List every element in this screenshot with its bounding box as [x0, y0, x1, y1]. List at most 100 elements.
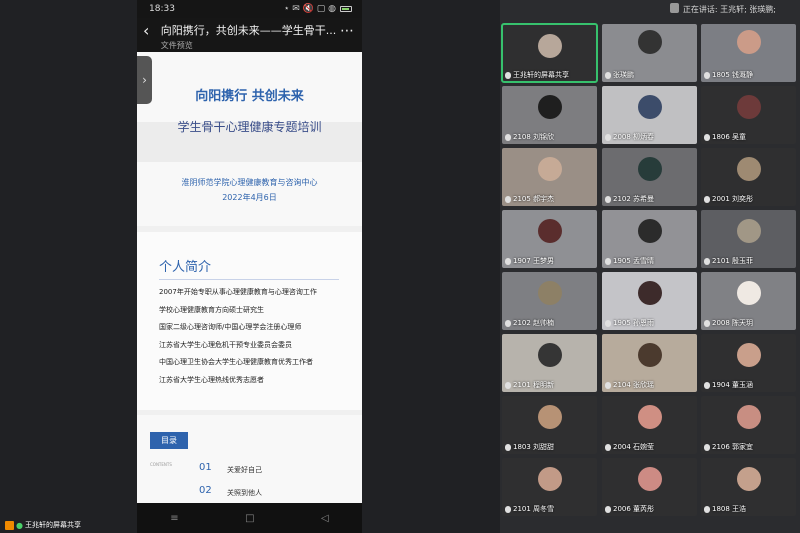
avatar [538, 34, 562, 58]
mic-icon [704, 133, 710, 141]
participant-name: 1904 董玉涵 [704, 380, 753, 390]
document-preview[interactable]: 向阳携行 共创未来 学生骨干心理健康专题培训 淮阴师范学院心理健康教育与咨询中心… [137, 52, 362, 503]
participant-name: 2101 程明新 [505, 380, 554, 390]
participant-tile[interactable]: 1905 孙恩雨 [602, 272, 697, 330]
mic-icon [605, 505, 611, 513]
avatar [638, 30, 662, 54]
participant-name: 张瑛鹏 [605, 70, 634, 80]
mic-icon [704, 319, 710, 327]
participant-name: 2008 柳炳春 [605, 132, 654, 142]
profile-item: 国家二级心理咨询师/中国心理学会注册心理师 [159, 323, 302, 331]
mic-icon [704, 257, 710, 265]
participant-tile[interactable]: 1907 王梦男 [502, 210, 597, 268]
participant-tile[interactable]: 1803 刘甜甜 [502, 396, 597, 454]
participant-tile[interactable]: 1904 董玉涵 [701, 334, 796, 392]
mic-icon [605, 381, 611, 389]
avatar [737, 30, 761, 54]
avatar [737, 343, 761, 367]
participant-tile[interactable]: 2105 郝宇杰 [502, 148, 597, 206]
avatar [638, 219, 662, 243]
participant-label: 2001 刘奕彤 [712, 195, 754, 203]
participant-tile[interactable]: 2101 程明新 [502, 334, 597, 392]
avatar [538, 343, 562, 367]
avatar [737, 157, 761, 181]
participant-name: 1805 钱溉静 [704, 70, 753, 80]
mic-icon [505, 71, 511, 79]
participant-tile[interactable]: 1805 钱溉静 [701, 24, 796, 82]
participant-tile[interactable]: 2102 苏希曼 [602, 148, 697, 206]
participant-tile[interactable]: 2001 刘奕彤 [701, 148, 796, 206]
participant-tile[interactable]: 王兆轩的屏幕共享 [501, 23, 598, 83]
avatar [538, 157, 562, 181]
participant-name: 1907 王梦男 [505, 256, 554, 266]
participant-name: 2008 陈天玥 [704, 318, 753, 328]
participant-name: 1905 孙恩雨 [605, 318, 654, 328]
participant-label: 2104 张欣瑶 [613, 381, 655, 389]
meeting-window: 18:33 ⋆ ✉ 🔇 ▢ ◍ ‹ 向阳携行，共创未来——学生骨干... 文件预… [0, 0, 800, 533]
slide-cover: 向阳携行 共创未来 学生骨干心理健康专题培训 淮阴师范学院心理健康教育与咨询中心… [137, 52, 362, 226]
participant-label: 1905 孙恩雨 [613, 319, 655, 327]
participant-tile[interactable]: 2006 董芮彤 [602, 458, 697, 516]
sidebar-toggle-button[interactable]: › [137, 56, 152, 104]
participant-name: 2006 董芮彤 [605, 504, 654, 514]
participant-name: 2001 刘奕彤 [704, 194, 753, 204]
profile-divider [159, 279, 339, 280]
participant-name: 1806 吴童 [704, 132, 746, 142]
status-time: 18:33 [149, 4, 175, 14]
participant-tile[interactable]: 张瑛鹏 [602, 24, 697, 82]
avatar [638, 281, 662, 305]
participant-tile[interactable]: 2008 陈天玥 [701, 272, 796, 330]
slide-cover-org: 淮阴师范学院心理健康教育与咨询中心 [181, 178, 318, 187]
participant-name: 王兆轩的屏幕共享 [505, 70, 569, 80]
document-title: 向阳携行，共创未来——学生骨干... [160, 24, 337, 37]
home-icon[interactable]: □ [245, 513, 254, 524]
profile-list: 2007年开始专职从事心理健康教育与心理咨询工作 学校心理健康教育方向硕士研究生… [159, 284, 317, 389]
participant-label: 2105 郝宇杰 [513, 195, 555, 203]
participant-label: 1905 孟雪晴 [613, 257, 655, 265]
participant-tile[interactable]: 2101 殷玉菲 [701, 210, 796, 268]
mic-icon [505, 443, 511, 451]
document-header: ‹ 向阳携行，共创未来——学生骨干... 文件预览 ⋯ [137, 18, 362, 52]
avatar [538, 281, 562, 305]
contents-number: 01 [199, 462, 212, 473]
mic-icon [505, 133, 511, 141]
mic-icon [704, 505, 710, 513]
mic-icon [704, 195, 710, 203]
slide-cover-heading: 向阳携行 共创未来 [195, 89, 304, 104]
speaker-icon [670, 3, 679, 13]
participant-name: 1808 王浩 [704, 504, 746, 514]
more-icon[interactable]: ⋯ [336, 22, 354, 40]
participant-tile[interactable]: 2004 石婉莹 [602, 396, 697, 454]
document-subtitle: 文件预览 [160, 41, 193, 50]
participant-label: 1904 董玉涵 [712, 381, 754, 389]
avatar [737, 405, 761, 429]
status-icons-text: ⋆ ✉ 🔇 ▢ ◍ [283, 4, 336, 14]
participant-tile[interactable]: 1905 孟雪晴 [602, 210, 697, 268]
participant-tile[interactable]: 1808 王浩 [701, 458, 796, 516]
participant-name: 2106 郭家宜 [704, 442, 753, 452]
participant-tile[interactable]: 2104 张欣瑶 [602, 334, 697, 392]
share-user-icon [5, 520, 14, 530]
contents-label: 关爱好自己 [227, 466, 262, 474]
back-icon[interactable]: ‹ [143, 22, 157, 40]
participant-name: 1905 孟雪晴 [605, 256, 654, 266]
avatar [638, 343, 662, 367]
participant-tile[interactable]: 2106 郭家宜 [701, 396, 796, 454]
avatar [538, 219, 562, 243]
participant-name: 2105 郝宇杰 [505, 194, 554, 204]
participant-tile[interactable]: 2102 赵帅楠 [502, 272, 597, 330]
participant-name: 2104 张欣瑶 [605, 380, 654, 390]
participant-tile[interactable]: 1806 吴童 [701, 86, 796, 144]
back-nav-icon[interactable]: ◁ [321, 513, 329, 524]
participant-label: 1806 吴童 [712, 133, 747, 141]
mic-icon [605, 195, 611, 203]
menu-icon[interactable]: ≡ [170, 513, 178, 524]
participant-tile[interactable]: 2108 刘锦欣 [502, 86, 597, 144]
slide-cover-title: 学生骨干心理健康专题培训 [177, 120, 322, 134]
participant-tile[interactable]: 2101 周冬雪 [502, 458, 597, 516]
speaking-indicator: 正在讲话: 王兆轩; 张瑛鹏; [682, 5, 776, 14]
participant-label: 2008 陈天玥 [712, 319, 754, 327]
participant-label: 2101 程明新 [513, 381, 555, 389]
participant-tile[interactable]: 2008 柳炳春 [602, 86, 697, 144]
screen-share-badge: ● 王兆轩的屏幕共享 [0, 517, 86, 533]
